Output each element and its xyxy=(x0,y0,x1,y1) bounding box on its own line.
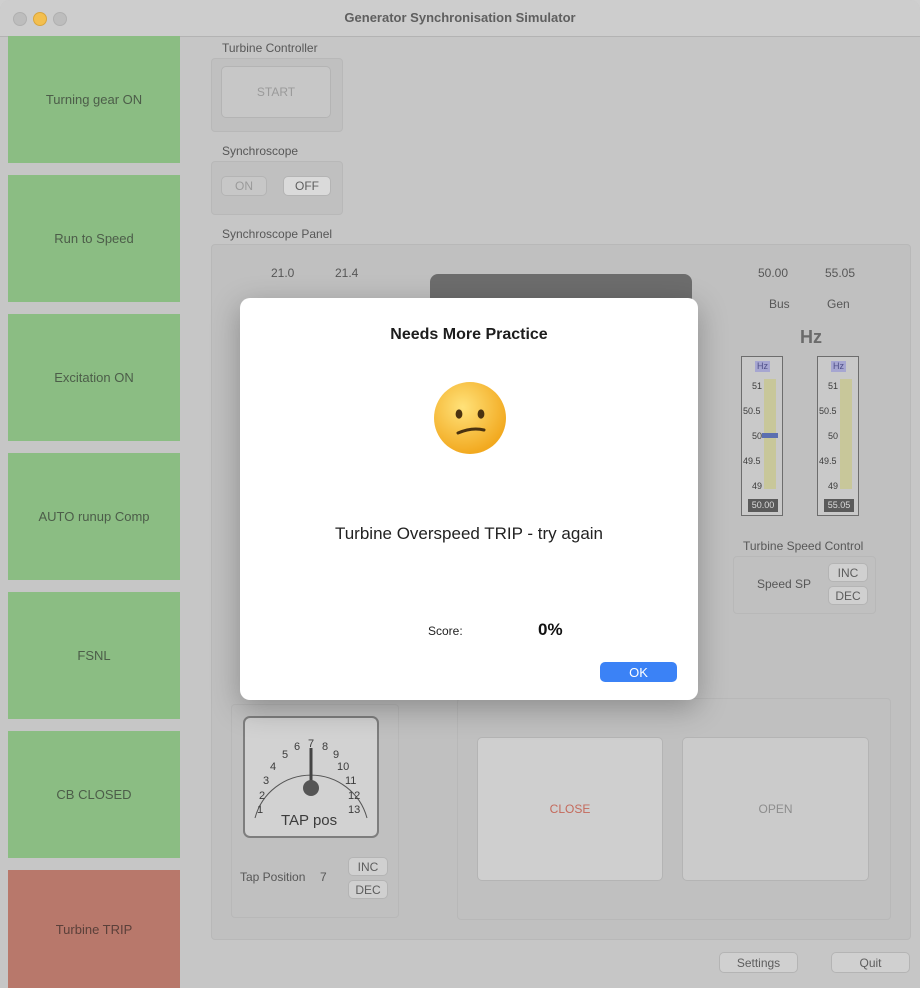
score-label: Score: xyxy=(428,624,463,638)
settings-button[interactable]: Settings xyxy=(719,952,798,973)
step-turbine-trip: Turbine TRIP xyxy=(8,870,180,988)
speed-dec-button[interactable]: DEC xyxy=(828,586,868,605)
dial-number-4: 4 xyxy=(270,761,277,773)
bus-tick-49: 49 xyxy=(752,481,763,491)
dial-number-3: 3 xyxy=(263,775,270,787)
tap-gauge-label: TAP pos xyxy=(281,812,338,829)
tap-position-label: Tap Position xyxy=(240,870,306,884)
step-cb-closed: CB CLOSED xyxy=(8,731,180,858)
start-button[interactable]: START xyxy=(221,66,331,118)
dial-number-8: 8 xyxy=(322,741,329,753)
dial-number-13: 13 xyxy=(348,804,361,816)
gen-meter-readout: 55.05 xyxy=(824,499,854,512)
step-auto-runup: AUTO runup Comp xyxy=(8,453,180,580)
gen-frequency-meter: Hz 51 50.5 50 49.5 49 55.05 xyxy=(817,356,859,516)
tap-dec-button[interactable]: DEC xyxy=(348,880,388,899)
bus-meter-unit: Hz xyxy=(755,361,770,372)
gen-tick-51: 51 xyxy=(828,381,839,391)
tap-inc-button[interactable]: INC xyxy=(348,857,388,876)
confused-face-icon xyxy=(434,382,506,454)
panel-value-right: 21.4 xyxy=(335,266,359,280)
turbine-controller-label: Turbine Controller xyxy=(222,41,318,55)
quit-button[interactable]: Quit xyxy=(831,952,910,973)
bus-label: Bus xyxy=(769,297,790,311)
hz-title: Hz xyxy=(800,327,822,347)
synchroscope-off-button[interactable]: OFF xyxy=(283,176,331,196)
gen-tick-49: 49 xyxy=(828,481,839,491)
gen-meter-scale xyxy=(840,379,852,489)
synchroscope-label: Synchroscope xyxy=(222,144,299,158)
bus-meter-readout: 50.00 xyxy=(748,499,778,512)
speed-sp-label: Speed SP xyxy=(757,577,812,591)
progress-sidebar: Turning gear ON Run to Speed Excitation … xyxy=(8,36,180,988)
bus-tick-50: 50 xyxy=(752,431,763,441)
step-fsnl: FSNL xyxy=(8,592,180,719)
dialog-message: Turbine Overspeed TRIP - try again xyxy=(334,524,604,543)
bus-tick-50-5: 50.5 xyxy=(743,406,761,416)
turbine-speed-control-label: Turbine Speed Control xyxy=(743,539,864,553)
bus-tick-49-5: 49.5 xyxy=(743,456,761,466)
panel-value-left: 21.0 xyxy=(271,266,295,280)
dial-number-5: 5 xyxy=(282,749,289,761)
bus-frequency-value: 50.00 xyxy=(758,266,789,280)
dial-number-12: 12 xyxy=(348,790,361,802)
step-turning-gear: Turning gear ON xyxy=(8,36,180,163)
dial-number-1: 1 xyxy=(257,804,264,816)
window-title: Generator Synchronisation Simulator xyxy=(344,10,576,25)
dial-number-6: 6 xyxy=(294,741,301,753)
dial-number-9: 9 xyxy=(333,749,340,761)
bus-meter-pointer xyxy=(762,433,778,438)
ok-button[interactable]: OK xyxy=(600,662,677,682)
gen-meter-unit: Hz xyxy=(831,361,846,372)
dial-number-11: 11 xyxy=(345,775,357,787)
title-bar: Generator Synchronisation Simulator xyxy=(0,0,920,37)
dial-number-10: 10 xyxy=(337,761,350,773)
gen-tick-49-5: 49.5 xyxy=(819,456,837,466)
gen-tick-50: 50 xyxy=(828,431,839,441)
dialog-title: Needs More Practice xyxy=(390,326,548,343)
synchroscope-on-button[interactable]: ON xyxy=(221,176,267,196)
gen-frequency-value: 55.05 xyxy=(825,266,856,280)
dial-number-7: 7 xyxy=(308,738,315,750)
breaker-close-button[interactable]: CLOSE xyxy=(477,737,663,881)
speed-inc-button[interactable]: INC xyxy=(828,563,868,582)
synchroscope-panel-label: Synchroscope Panel xyxy=(222,227,333,241)
gen-tick-50-5: 50.5 xyxy=(819,406,837,416)
gen-label: Gen xyxy=(827,297,850,311)
bus-frequency-meter: Hz 51 50.5 50 49.5 49 50.00 xyxy=(741,356,783,516)
step-run-to-speed: Run to Speed xyxy=(8,175,180,302)
score-value: 0% xyxy=(538,620,563,639)
breaker-open-button[interactable]: OPEN xyxy=(682,737,869,881)
tap-position-value: 7 xyxy=(320,870,327,884)
dial-number-2: 2 xyxy=(259,790,266,802)
tap-position-gauge: 1 2 3 4 5 6 7 8 9 10 11 12 13 TAP pos xyxy=(243,716,379,838)
result-dialog: Needs More Practice Turbine Overspeed TR… xyxy=(240,298,698,700)
step-excitation: Excitation ON xyxy=(8,314,180,441)
bus-tick-51: 51 xyxy=(752,381,763,391)
